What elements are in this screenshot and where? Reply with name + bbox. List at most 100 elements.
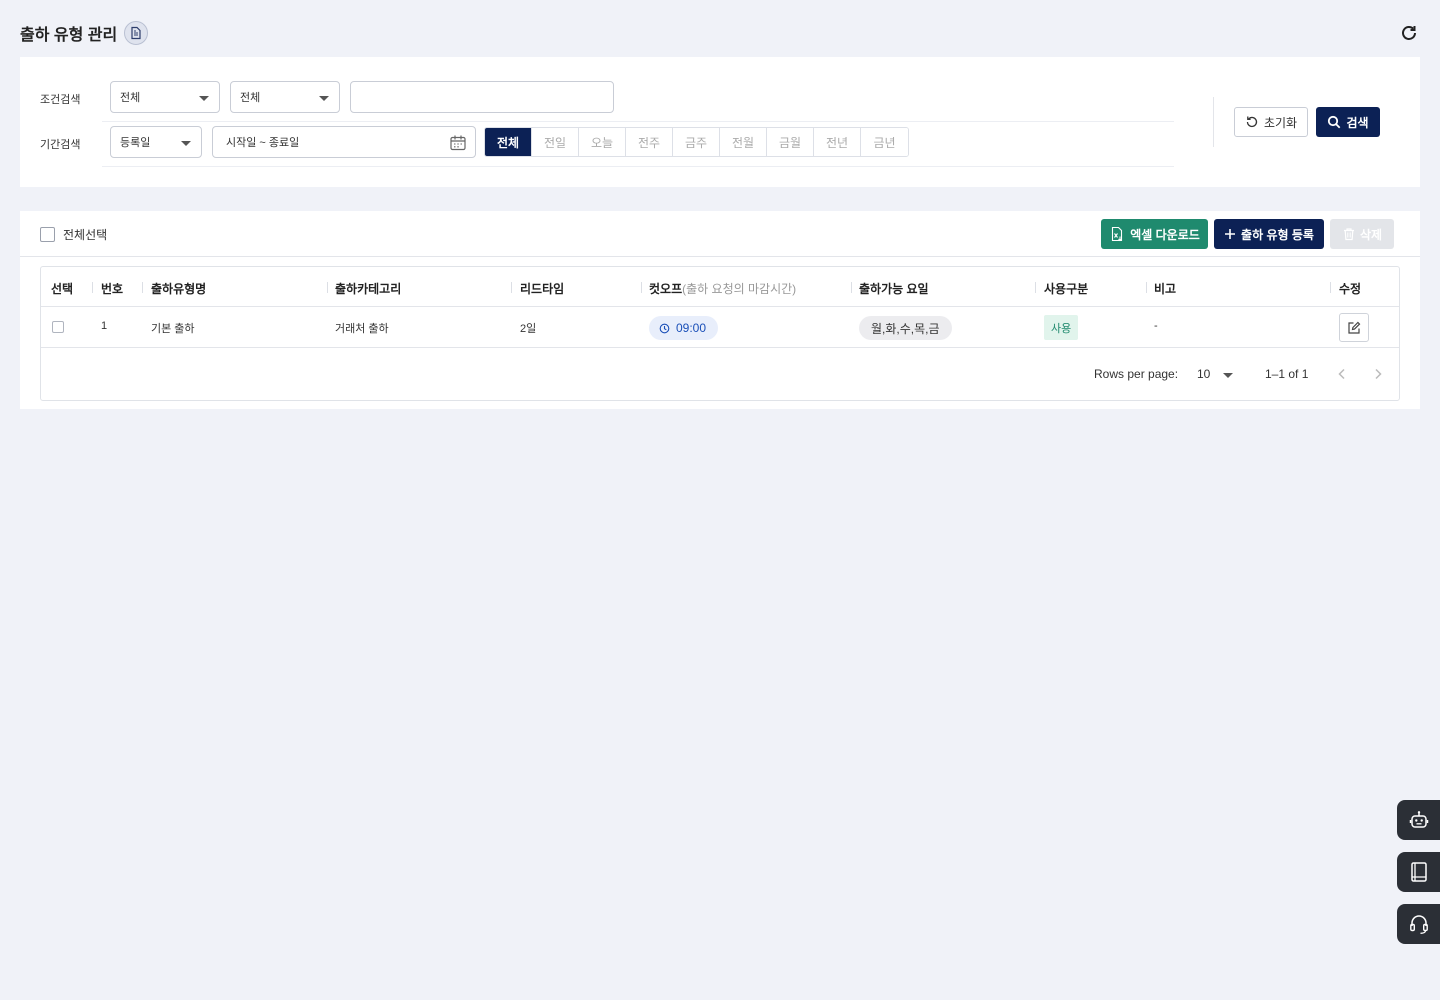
rows-per-page-select[interactable]: 10 bbox=[1197, 361, 1233, 387]
rows-per-page-label: Rows per page: bbox=[1094, 367, 1179, 381]
table-header: 선택 번호 출하유형명 출하카테고리 리드타임 컷오프(출하 요청의 마감시간)… bbox=[41, 267, 1399, 307]
column-separator bbox=[641, 282, 642, 293]
cutoff-time-chip: 09:00 bbox=[649, 316, 719, 340]
period-button-this-week[interactable]: 금주 bbox=[673, 128, 720, 156]
cell-name: 기본 출하 bbox=[151, 323, 195, 335]
delete-label: 삭제 bbox=[1359, 227, 1383, 242]
column-header-cutoff: 컷오프(출하 요청의 마감시간) bbox=[649, 280, 796, 297]
period-button-last-week[interactable]: 전주 bbox=[626, 128, 673, 156]
column-header-days: 출하가능 요일 bbox=[859, 282, 929, 296]
condition-select-2-value: 전체 bbox=[240, 92, 261, 104]
shipping-type-list-panel: 전체선택 엑셀 다운로드 출하 유형 등록 삭제 선택 번호 출하유형명 출하카… bbox=[20, 211, 1420, 409]
shipping-type-table: 선택 번호 출하유형명 출하카테고리 리드타임 컷오프(출하 요청의 마감시간)… bbox=[40, 266, 1400, 401]
column-header-note: 비고 bbox=[1154, 282, 1177, 296]
keyword-search-input[interactable] bbox=[350, 81, 614, 113]
robot-icon bbox=[1409, 811, 1428, 828]
column-separator bbox=[142, 282, 143, 293]
period-button-this-month[interactable]: 금월 bbox=[767, 128, 814, 156]
trash-icon bbox=[1343, 228, 1354, 241]
column-separator bbox=[851, 282, 852, 293]
search-button[interactable]: 검색 bbox=[1316, 107, 1380, 137]
row-checkbox[interactable] bbox=[52, 321, 64, 333]
chevron-down-icon bbox=[319, 96, 329, 101]
cell-no: 1 bbox=[101, 320, 108, 332]
support-button[interactable] bbox=[1397, 904, 1440, 944]
column-separator bbox=[327, 282, 328, 293]
condition-select-2[interactable]: 전체 bbox=[230, 81, 340, 113]
column-header-edit: 수정 bbox=[1339, 282, 1362, 296]
column-header-no: 번호 bbox=[101, 282, 124, 296]
column-header-select: 선택 bbox=[51, 282, 74, 296]
edit-button[interactable] bbox=[1339, 313, 1369, 342]
cell-note: - bbox=[1154, 320, 1158, 332]
period-quick-select: 전체 전일 오늘 전주 금주 전월 금월 전년 금년 bbox=[484, 127, 909, 157]
period-button-last-year[interactable]: 전년 bbox=[814, 128, 861, 156]
period-button-last-month[interactable]: 전월 bbox=[720, 128, 767, 156]
excel-download-button[interactable]: 엑셀 다운로드 bbox=[1101, 219, 1208, 249]
reset-button[interactable]: 초기화 bbox=[1234, 107, 1308, 137]
period-button-all[interactable]: 전체 bbox=[485, 128, 532, 156]
available-days-chip: 월,화,수,목,금 bbox=[859, 316, 952, 340]
date-type-select-value: 등록일 bbox=[120, 137, 151, 149]
rows-per-page-value: 10 bbox=[1197, 367, 1211, 381]
column-header-name: 출하유형명 bbox=[151, 282, 207, 296]
condition-search-label: 조건검색 bbox=[40, 94, 81, 106]
select-all-label: 전체선택 bbox=[63, 228, 108, 242]
select-all[interactable]: 전체선택 bbox=[40, 226, 107, 243]
column-separator bbox=[1330, 282, 1331, 293]
period-button-this-year[interactable]: 금년 bbox=[861, 128, 908, 156]
filter-divider bbox=[102, 121, 1174, 122]
next-page-icon[interactable] bbox=[1368, 364, 1388, 384]
cell-lead-time: 2일 bbox=[520, 323, 537, 335]
pagination: Rows per page: 10 1–1 of 1 bbox=[41, 348, 1399, 400]
column-header-lead-time: 리드타임 bbox=[520, 282, 565, 296]
manual-button[interactable] bbox=[1397, 852, 1440, 892]
list-toolbar: 전체선택 엑셀 다운로드 출하 유형 등록 삭제 bbox=[20, 211, 1420, 257]
cutoff-header-text: 컷오프 bbox=[649, 282, 683, 296]
clock-icon bbox=[659, 323, 670, 333]
excel-file-icon bbox=[1112, 226, 1123, 242]
status-badge: 사용 bbox=[1044, 315, 1079, 340]
add-shipping-type-button[interactable]: 출하 유형 등록 bbox=[1214, 219, 1324, 249]
previous-page-icon[interactable] bbox=[1332, 364, 1352, 384]
search-filter-panel: 조건검색 전체 전체 기간검색 등록일 시작일 ~ 종료일 전체 전일 오늘 전… bbox=[20, 57, 1420, 187]
cell-category: 거래처 출하 bbox=[335, 323, 389, 335]
reset-icon bbox=[1246, 116, 1258, 128]
column-separator bbox=[511, 282, 512, 293]
document-icon[interactable] bbox=[124, 21, 149, 45]
search-icon bbox=[1328, 115, 1341, 129]
table-row[interactable]: 1 기본 출하 거래처 출하 2일 09:00 월,화,수,목,금 사용 - bbox=[41, 307, 1399, 348]
chevron-down-icon bbox=[199, 96, 209, 101]
column-header-category: 출하카테고리 bbox=[335, 282, 402, 296]
date-range-input[interactable]: 시작일 ~ 종료일 bbox=[212, 126, 476, 158]
condition-select-1[interactable]: 전체 bbox=[110, 81, 220, 113]
calendar-icon[interactable] bbox=[449, 134, 467, 155]
book-icon bbox=[1410, 862, 1427, 882]
page-header: 출하 유형 관리 bbox=[20, 18, 1420, 48]
column-separator bbox=[92, 282, 93, 293]
date-range-placeholder: 시작일 ~ 종료일 bbox=[226, 137, 300, 149]
column-separator bbox=[1035, 282, 1036, 293]
filter-divider bbox=[102, 166, 1174, 167]
page-title: 출하 유형 관리 bbox=[20, 27, 118, 44]
period-button-today[interactable]: 오늘 bbox=[579, 128, 626, 156]
cutoff-header-subtext: (출하 요청의 마감시간) bbox=[682, 282, 797, 296]
add-shipping-type-label: 출하 유형 등록 bbox=[1241, 227, 1314, 242]
edit-icon bbox=[1348, 321, 1361, 334]
cutoff-time-value: 09:00 bbox=[676, 321, 707, 335]
chatbot-button[interactable] bbox=[1397, 800, 1440, 840]
period-button-yesterday[interactable]: 전일 bbox=[532, 128, 579, 156]
delete-button[interactable]: 삭제 bbox=[1330, 219, 1394, 249]
search-button-label: 검색 bbox=[1346, 115, 1369, 130]
select-all-checkbox[interactable] bbox=[40, 227, 55, 242]
condition-select-1-value: 전체 bbox=[120, 92, 141, 104]
reset-button-label: 초기화 bbox=[1263, 115, 1298, 130]
excel-download-label: 엑셀 다운로드 bbox=[1130, 227, 1200, 242]
column-separator bbox=[1146, 282, 1147, 293]
column-header-usage: 사용구분 bbox=[1044, 282, 1089, 296]
refresh-icon[interactable] bbox=[1398, 22, 1420, 44]
chevron-down-icon bbox=[181, 141, 191, 146]
date-type-select[interactable]: 등록일 bbox=[110, 126, 202, 158]
chevron-down-icon bbox=[1223, 373, 1233, 378]
headset-icon bbox=[1409, 915, 1428, 934]
